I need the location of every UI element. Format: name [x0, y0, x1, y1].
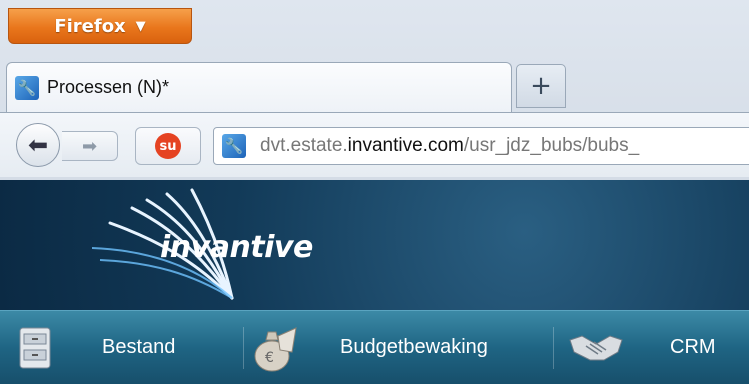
forward-arrow-icon: ➡	[81, 135, 98, 157]
browser-tab-active[interactable]: 🔧 Processen (N)*	[6, 62, 512, 112]
navigation-toolbar: ⬅ ➡ su 🔧 dvt.estate.invantive.com/usr_jd…	[0, 112, 749, 177]
menu-label-crm: CRM	[670, 336, 716, 358]
tab-title: Processen (N)*	[47, 77, 170, 97]
url-path: /usr_jdz_bubs/bubs_	[463, 135, 640, 156]
menu-label-bestand: Bestand	[102, 336, 176, 358]
url-domain: invantive.com	[347, 135, 464, 156]
stumbleupon-button[interactable]: su	[135, 127, 201, 165]
wrench-favicon-icon: 🔧	[15, 75, 39, 100]
menu-item-budgetbewaking[interactable]: € Budgetbewaking	[252, 311, 488, 384]
browser-chrome: Firefox ▼ 🔧 Processen (N)* + ⬅ ➡ su 🔧 dv…	[0, 0, 749, 180]
back-button[interactable]: ⬅	[16, 123, 60, 167]
menu-item-bestand[interactable]: Bestand	[18, 311, 175, 384]
new-tab-button[interactable]: +	[516, 64, 566, 108]
firefox-menu-label: Firefox	[54, 15, 126, 37]
app-menu-bar: Bestand € Budgetbewaking CRM	[0, 310, 749, 384]
menu-label-budgetbewaking: Budgetbewaking	[340, 336, 488, 358]
forward-button[interactable]: ➡	[62, 131, 118, 161]
svg-text:€: €	[265, 350, 274, 366]
cabinet-icon	[19, 327, 51, 368]
menu-item-crm[interactable]: CRM	[568, 311, 716, 384]
stumbleupon-icon: su	[155, 133, 181, 159]
plus-icon: +	[530, 71, 552, 101]
menu-separator	[553, 327, 554, 369]
url-text: dvt.estate.invantive.com/usr_jdz_bubs/bu…	[260, 135, 639, 157]
dropdown-arrow-icon: ▼	[135, 18, 146, 34]
handshake-icon	[569, 334, 623, 360]
address-bar[interactable]: 🔧 dvt.estate.invantive.com/usr_jdz_bubs/…	[213, 127, 749, 165]
site-header-banner: invantive	[0, 180, 749, 310]
menu-separator	[243, 327, 244, 369]
back-arrow-icon: ⬅	[27, 131, 49, 159]
invantive-logo-text: invantive	[160, 230, 313, 265]
wrench-site-icon: 🔧	[222, 134, 246, 158]
url-prefix: dvt.estate.	[260, 135, 348, 156]
firefox-menu-button[interactable]: Firefox ▼	[8, 8, 192, 44]
moneybag-icon: €	[254, 326, 297, 371]
